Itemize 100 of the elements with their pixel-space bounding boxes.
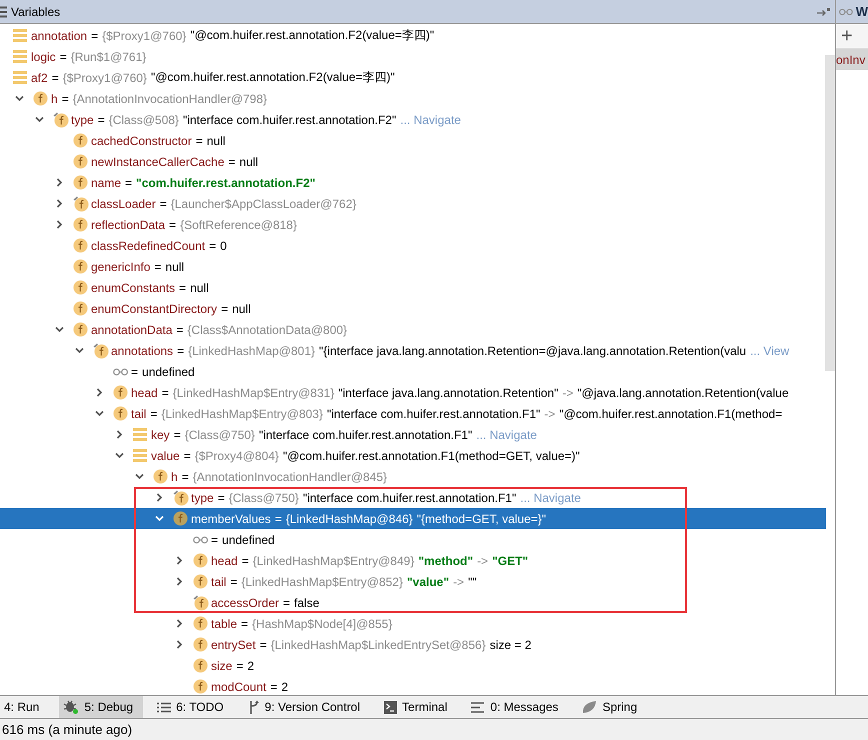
tree-row[interactable]: classLoader = {Launcher$AppClassLoader@762} — [0, 193, 826, 214]
variable-name: key — [151, 428, 170, 442]
chevron-right-icon[interactable] — [54, 199, 64, 208]
menu-icon[interactable] — [0, 6, 7, 18]
watch-item[interactable]: onInv — [836, 49, 868, 70]
add-button[interactable]: + — [836, 24, 868, 49]
variable-name: annotation — [31, 28, 88, 42]
chevron-down-icon[interactable] — [94, 409, 104, 418]
tree-row[interactable]: enumConstants = null — [0, 277, 826, 298]
tree-row[interactable]: newInstanceCallerCache = null — [0, 151, 826, 172]
tree-row[interactable]: type = {Class@508} "interface com.huifer.rest.annotation.F2" ... Navigate — [0, 109, 826, 130]
type-label: {Class@750} — [228, 490, 299, 504]
field-icon — [73, 280, 88, 295]
tool-tab[interactable]: Spring — [578, 696, 648, 718]
tree-row[interactable]: annotationData = {Class$AnnotationData@800} — [0, 319, 826, 340]
chevron-down-icon[interactable] — [54, 325, 64, 334]
leaf-icon — [582, 700, 598, 714]
variable-name: reflectionData — [91, 218, 166, 232]
chevron-down-icon[interactable] — [34, 115, 44, 124]
field-icon — [73, 217, 88, 232]
tool-tab[interactable]: 5: Debug — [59, 696, 144, 718]
variable-value: 2 — [247, 658, 254, 672]
tree-row[interactable]: reflectionData = {SoftReference@818} — [0, 214, 826, 235]
tree-row[interactable]: memberValues = {LinkedHashMap@846} "{method=GET, value=}" — [0, 508, 826, 529]
chevron-right-icon[interactable] — [54, 220, 64, 229]
field-icon — [193, 679, 208, 694]
chevron-right-icon[interactable] — [154, 493, 164, 502]
variable-name: af2 — [31, 70, 48, 84]
field-icon — [193, 574, 208, 589]
field-icon — [73, 175, 88, 190]
string-value: "GET" — [492, 554, 528, 568]
variable-value: "" — [468, 574, 477, 588]
tree-row[interactable]: annotation = {$Proxy1@760} "@com.huifer.rest.annotation.F2(value=李四)" — [0, 25, 826, 46]
variable-name: genericInfo — [91, 260, 150, 274]
variable-name: annotationData — [91, 322, 172, 336]
chevron-right-icon[interactable] — [114, 430, 124, 439]
type-label: {Run$1@761} — [70, 50, 146, 64]
variable-value: "@java.lang.annotation.Retention(value — [577, 386, 789, 400]
tool-tab[interactable]: Terminal — [380, 696, 458, 718]
pin-icon[interactable] — [817, 6, 831, 16]
chevron-right-icon[interactable] — [174, 640, 184, 649]
tree-row[interactable]: name = "com.huifer.rest.annotation.F2" — [0, 172, 826, 193]
tree-row[interactable]: value = {$Proxy4@804} "@com.huifer.rest.annotation.F1(method=GET, value=)" — [0, 445, 826, 466]
final-field-icon — [53, 112, 69, 128]
equals-sign: = — [241, 616, 248, 630]
variable-value: "@com.huifer.rest.annotation.F2(value=李四)" — [190, 27, 434, 44]
tool-tab[interactable]: 6: TODO — [153, 696, 234, 718]
list-icon — [13, 71, 27, 84]
chevron-right-icon[interactable] — [174, 556, 184, 565]
scrollbar[interactable] — [825, 55, 835, 371]
chevron-down-icon[interactable] — [134, 472, 144, 481]
tree-row[interactable]: = undefined — [0, 529, 826, 550]
field-icon — [173, 511, 188, 526]
field-icon — [73, 154, 88, 169]
variable-value: "{method=GET, value=}" — [416, 512, 546, 526]
tool-tab[interactable]: 4: Run — [0, 696, 50, 718]
string-value: "method" — [418, 554, 474, 568]
equals-sign: = — [283, 596, 290, 610]
tree-row[interactable]: key = {Class@750} "interface com.huifer.rest.annotation.F1" ... Navigate — [0, 424, 826, 445]
tree-row[interactable]: modCount = 2 — [0, 676, 826, 695]
equals-sign: = — [169, 218, 176, 232]
field-icon — [73, 301, 88, 316]
arrow-sign: -> — [562, 386, 574, 400]
tree-row[interactable]: classRedefinedCount = 0 — [0, 235, 826, 256]
tree-row[interactable]: af2 = {$Proxy1@760} "@com.huifer.rest.annotation.F2(value=李四)" — [0, 67, 826, 88]
equals-sign: = — [60, 50, 67, 64]
variable-name: enumConstantDirectory — [91, 302, 218, 316]
tree-row[interactable]: tail = {LinkedHashMap$Entry@852} "value" -> "" — [0, 571, 826, 592]
tree-row[interactable]: logic = {Run$1@761} — [0, 46, 826, 67]
tree-row[interactable]: head = {LinkedHashMap$Entry@831} "interface java.lang.annotation.Retention" -> "@java.lang.annotation.Retention(value — [0, 382, 826, 403]
chevron-right-icon[interactable] — [174, 619, 184, 628]
variable-name: classLoader — [91, 196, 156, 210]
chevron-right-icon[interactable] — [54, 178, 64, 187]
variable-value: size = 2 — [490, 638, 532, 652]
tree-row[interactable]: table = {HashMap$Node[4]@855} — [0, 613, 826, 634]
type-label: {Class$AnnotationData@800} — [187, 322, 348, 336]
variable-name: name — [91, 176, 122, 190]
equals-sign: = — [274, 512, 282, 526]
chevron-down-icon[interactable] — [14, 94, 24, 103]
tree-row[interactable]: entrySet = {LinkedHashMap$LinkedEntrySet@856} size = 2 — [0, 634, 826, 655]
chevron-down-icon[interactable] — [74, 346, 84, 355]
tree-row[interactable]: h = {AnnotationInvocationHandler@845} — [0, 466, 826, 487]
equals-sign: = — [184, 448, 191, 462]
final-field-icon — [173, 490, 189, 506]
tree-row[interactable]: tail = {LinkedHashMap$Entry@803} "interface com.huifer.rest.annotation.F1" -> "@com.huifer.rest.annotation.F1(method= — [0, 403, 826, 424]
panel-title: W — [856, 4, 868, 19]
tree-row[interactable]: annotations = {LinkedHashMap@801} "{interface java.lang.annotation.Retention=@java.lang.annotation.Retention(valu ... View — [0, 340, 826, 361]
tree-row[interactable]: cachedConstructor = null — [0, 130, 826, 151]
chevron-right-icon[interactable] — [94, 388, 104, 397]
equals-sign: = — [182, 470, 189, 484]
tree-row[interactable]: genericInfo = null — [0, 256, 826, 277]
tree-row[interactable]: enumConstantDirectory = null — [0, 298, 826, 319]
tree-row[interactable]: head = {LinkedHashMap$Entry@849} "method" -> "GET" — [0, 550, 826, 571]
tree-row[interactable]: = undefined — [0, 361, 826, 382]
chevron-down-icon[interactable] — [114, 451, 124, 460]
tool-tab[interactable]: 0: Messages — [467, 696, 568, 718]
tree-row[interactable]: h = {AnnotationInvocationHandler@798} — [0, 88, 826, 109]
tree-row[interactable]: size = 2 — [0, 655, 826, 676]
chevron-right-icon[interactable] — [174, 577, 184, 586]
tool-tab[interactable]: 9: Version Control — [244, 696, 370, 718]
